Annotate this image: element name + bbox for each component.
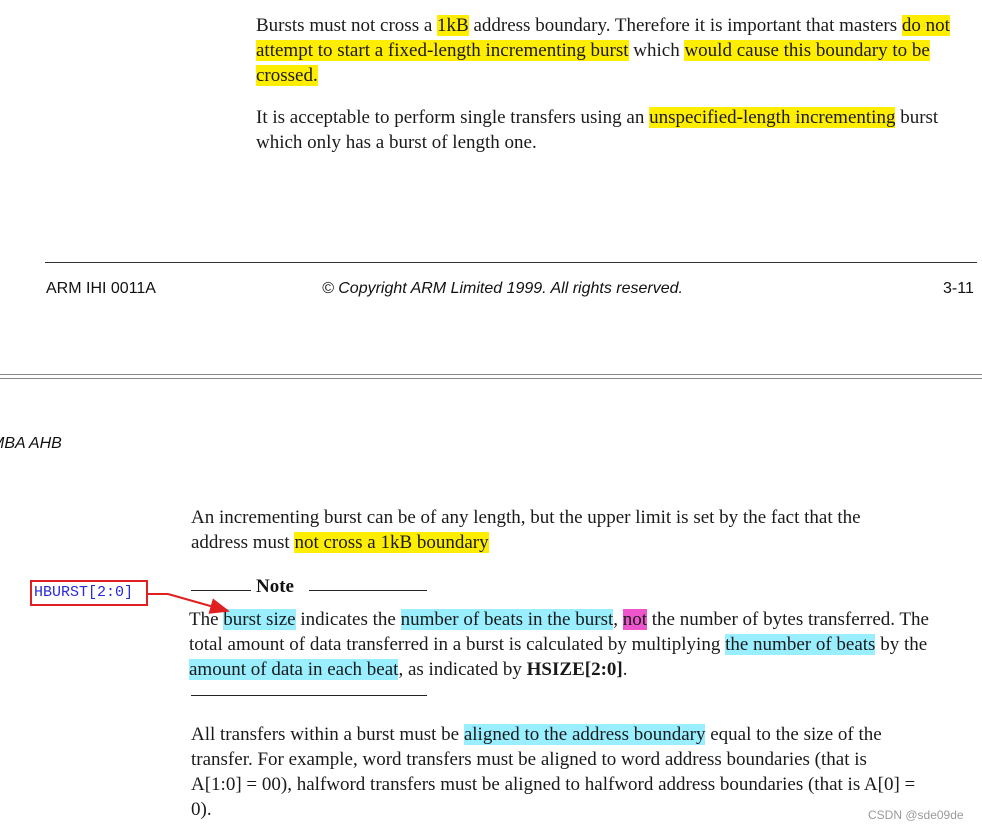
footer-copyright: © Copyright ARM Limited 1999. All rights…: [322, 280, 683, 297]
header-text: MBA AHB: [0, 435, 62, 452]
footer-rule: [45, 262, 977, 263]
note-rule-bottom: [191, 695, 427, 696]
watermark: CSDN @sde09de: [868, 808, 964, 822]
text-run: Bursts must not cross a: [256, 15, 438, 36]
paragraph-burst-boundary: Bursts must not cross a 1kB address boun…: [256, 13, 978, 88]
text-run: which: [628, 40, 685, 61]
signal-name-bold: HSIZE[2:0]: [526, 659, 623, 680]
text-run: ,: [613, 609, 623, 630]
annotation-callout-box[interactable]: HBURST[2:0]: [30, 580, 148, 606]
footer-doc-id: ARM IHI 0011A: [46, 280, 156, 297]
annotation-label: HBURST[2:0]: [34, 584, 134, 601]
note-rule-left: [191, 590, 251, 591]
highlight-cyan: amount of data in each beat: [189, 659, 399, 680]
highlight-cyan: number of beats in the burst: [400, 609, 614, 630]
highlight-yellow: unspecified-length incrementing: [649, 107, 896, 128]
highlight-cyan: burst size: [223, 609, 296, 630]
text-run: , as indicated by: [398, 659, 527, 680]
paragraph-alignment: All transfers within a burst must be ali…: [191, 722, 921, 822]
text-run: .: [622, 659, 628, 680]
highlight-cyan: the number of beats: [725, 634, 876, 655]
text-run: indicates the: [295, 609, 401, 630]
text-run: It is acceptable to perform single trans…: [256, 107, 650, 128]
text-run: by the: [875, 634, 928, 655]
note-title: Note: [256, 576, 294, 597]
text-run: The: [189, 609, 224, 630]
page-divider: [0, 374, 982, 379]
text-run: An incrementing burst can be of any leng…: [191, 507, 861, 553]
paragraph-incrementing-burst: An incrementing burst can be of any leng…: [191, 505, 921, 555]
paragraph-single-transfers: It is acceptable to perform single trans…: [256, 105, 978, 155]
note-rule-right: [309, 590, 427, 591]
highlight-cyan: aligned to the address boundary: [463, 724, 706, 745]
highlight-yellow: 1kB: [437, 15, 469, 36]
text-run: All transfers within a burst must be: [191, 724, 464, 745]
highlight-magenta: not: [622, 609, 648, 630]
highlight-yellow: not cross a 1kB boundary: [294, 532, 489, 553]
note-body: The burst size indicates the number of b…: [189, 607, 929, 682]
text-run: address boundary. Therefore it is import…: [468, 15, 902, 36]
page-header-title: MBA AHB: [0, 435, 62, 453]
footer-page-number: 3-11: [943, 280, 974, 297]
